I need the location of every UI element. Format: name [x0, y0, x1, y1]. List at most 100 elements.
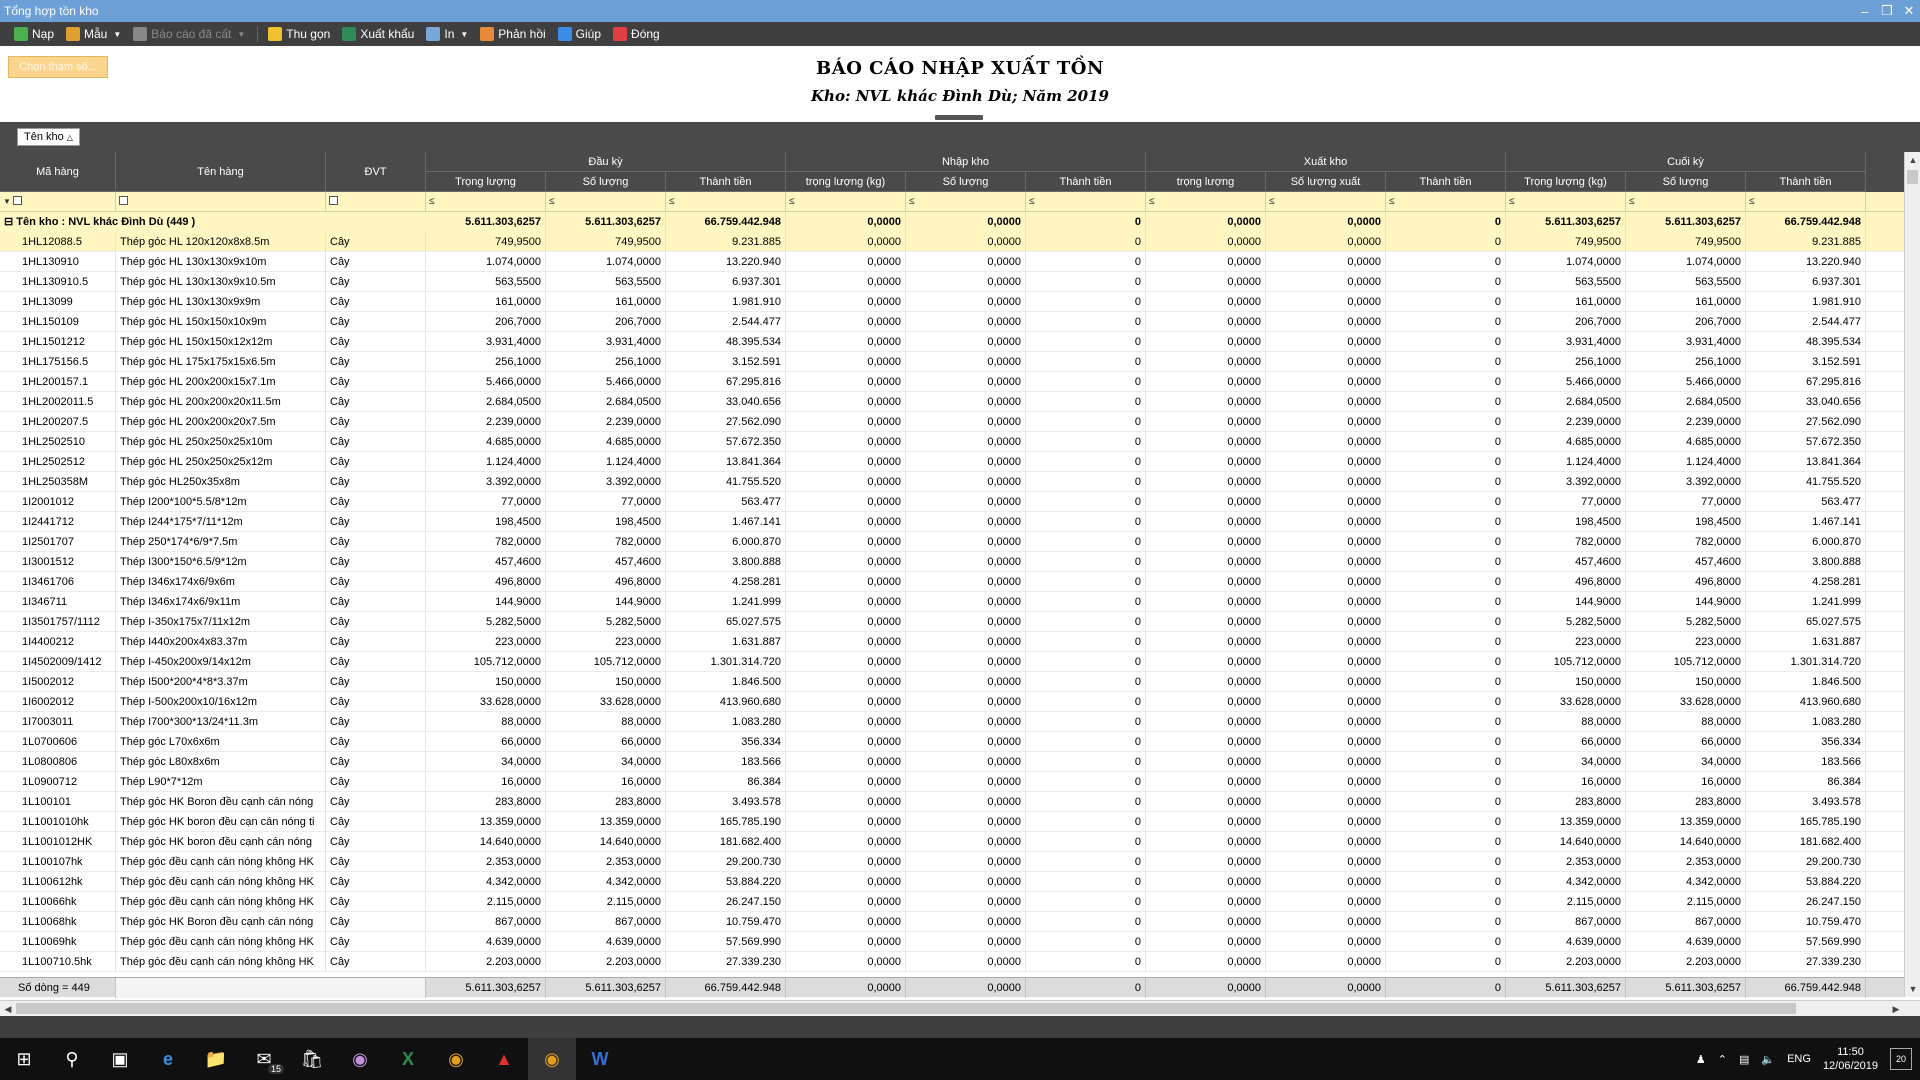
collapse-group-icon[interactable]: ⊟: [4, 216, 16, 228]
table-row[interactable]: 1HL200157.1 Thép góc HL 200x200x15x7.1m Câ…: [0, 372, 1904, 392]
group-row-label-cell[interactable]: ⊟ Tên kho : NVL khác Đình Dù (449 ): [0, 212, 426, 232]
group-row[interactable]: ⊟ Tên kho : NVL khác Đình Dù (449 ) 5.611…: [0, 212, 1904, 232]
less-equal-operator-icon[interactable]: ≤: [1269, 196, 1275, 207]
filter-cell[interactable]: ≤: [1386, 192, 1506, 212]
clock[interactable]: 11:50 12/06/2019: [1823, 1045, 1878, 1073]
toolbar-feedback-mail-button[interactable]: Phản hồi: [480, 27, 546, 41]
scroll-right-icon[interactable]: ▶: [1888, 1001, 1904, 1017]
vertical-scrollbar[interactable]: ▲ ▼: [1904, 152, 1920, 997]
toolbar-reload-button[interactable]: Nạp: [14, 27, 54, 41]
store-icon[interactable]: 🛍: [288, 1038, 336, 1080]
table-row[interactable]: 1L0900712 Thép L90*7*12m Cây 16,0000 16,0000…: [0, 772, 1904, 792]
table-row[interactable]: 1HL2002011.5 Thép góc HL 200x200x20x11.5m…: [0, 392, 1904, 412]
chrome-active-icon[interactable]: ◉: [528, 1038, 576, 1080]
col-header-sub[interactable]: Thành tiền: [1746, 172, 1866, 192]
col-header-ten-hang[interactable]: Tên hàng: [116, 152, 326, 192]
filter-checkbox[interactable]: [329, 195, 338, 205]
table-row[interactable]: 1I2441712 Thép I244*175*7/11*12m Cây 198,45…: [0, 512, 1904, 532]
table-row[interactable]: 1HL1501212 Thép góc HL 150x150x12x12m Cây 3…: [0, 332, 1904, 352]
windows-start-icon[interactable]: ⊞: [0, 1038, 48, 1080]
chevron-down-icon[interactable]: ▼: [237, 30, 245, 39]
table-row[interactable]: 1HL250358M Thép góc HL250x35x8m Cây 3.392,0…: [0, 472, 1904, 492]
chevron-down-icon[interactable]: ▼: [113, 30, 121, 39]
scroll-up-icon[interactable]: ▲: [1905, 152, 1920, 168]
less-equal-operator-icon[interactable]: ≤: [549, 196, 555, 207]
table-row[interactable]: 1L1001010hk Thép góc HK boron đều cạn cán…: [0, 812, 1904, 832]
people-icon[interactable]: ♟: [1696, 1053, 1706, 1066]
table-row[interactable]: 1L100710.5hk Thép góc đều cạnh cán nóng k…: [0, 952, 1904, 972]
filter-cell[interactable]: ▼: [0, 192, 116, 212]
less-equal-operator-icon[interactable]: ≤: [1509, 196, 1515, 207]
filter-cell[interactable]: [326, 192, 426, 212]
col-header-sub[interactable]: Thành tiền: [666, 172, 786, 192]
scroll-left-icon[interactable]: ◀: [0, 1001, 16, 1017]
app-icon[interactable]: ◉: [336, 1038, 384, 1080]
filter-cell[interactable]: ≤: [1266, 192, 1386, 212]
volume-icon[interactable]: 🔈: [1761, 1053, 1775, 1066]
filter-cell[interactable]: ≤: [786, 192, 906, 212]
less-equal-operator-icon[interactable]: ≤: [909, 196, 915, 207]
filter-cell[interactable]: ≤: [426, 192, 546, 212]
col-group-header[interactable]: Nhập kho: [786, 152, 1146, 172]
table-row[interactable]: 1L10066hk Thép góc đều cạnh cán nóng khôn…: [0, 892, 1904, 912]
filter-checkbox[interactable]: [13, 195, 23, 205]
col-header-sub[interactable]: Số lượng: [906, 172, 1026, 192]
toolbar-excel-export-button[interactable]: Xuất khẩu: [342, 27, 414, 41]
table-row[interactable]: 1I4502009/1412 Thép I-450x200x9/14x12m Cây…: [0, 652, 1904, 672]
pdf-reader-icon[interactable]: ▲: [480, 1038, 528, 1080]
col-header-sub[interactable]: Trọng lượng: [426, 172, 546, 192]
restore-icon[interactable]: ❐: [1876, 0, 1898, 22]
table-row[interactable]: 1L0700606 Thép góc L70x6x6m Cây 66,0000 66,0…: [0, 732, 1904, 752]
table-row[interactable]: 1I5002012 Thép I500*200*4*8*3.37m Cây 150,0…: [0, 672, 1904, 692]
table-row[interactable]: 1L100612hk Thép góc đều cạnh cán nóng khô…: [0, 872, 1904, 892]
table-row[interactable]: 1L1001012HK Thép góc HK boron đều cạnh cá…: [0, 832, 1904, 852]
table-row[interactable]: 1L100101 Thép góc HK Boron đều cạnh cán n…: [0, 792, 1904, 812]
less-equal-operator-icon[interactable]: ≤: [1149, 196, 1155, 207]
less-equal-operator-icon[interactable]: ≤: [1629, 196, 1635, 207]
filter-cell[interactable]: ≤: [906, 192, 1026, 212]
language-indicator[interactable]: ENG: [1787, 1053, 1811, 1065]
mail-icon[interactable]: ✉ 15: [240, 1038, 288, 1080]
chrome-icon[interactable]: ◉: [432, 1038, 480, 1080]
file-explorer-icon[interactable]: 📁: [192, 1038, 240, 1080]
less-equal-operator-icon[interactable]: ≤: [1029, 196, 1035, 207]
close-icon[interactable]: ✕: [1898, 0, 1920, 22]
toolbar-saved-report-button[interactable]: Báo cáo đã cất ▼: [133, 27, 245, 41]
group-chip-ten-kho[interactable]: Tên kho △: [17, 128, 80, 146]
less-equal-operator-icon[interactable]: ≤: [669, 196, 675, 207]
scroll-down-icon[interactable]: ▼: [1905, 981, 1920, 997]
table-row[interactable]: 1HL130910 Thép góc HL 130x130x9x10m Cây 1.0…: [0, 252, 1904, 272]
excel-icon[interactable]: X: [384, 1038, 432, 1080]
filter-cell[interactable]: ≤: [1026, 192, 1146, 212]
less-equal-operator-icon[interactable]: ≤: [429, 196, 435, 207]
col-header-sub[interactable]: trọng lượng (kg): [786, 172, 906, 192]
vertical-scroll-thumb[interactable]: [1907, 170, 1918, 184]
filter-cell[interactable]: ≤: [546, 192, 666, 212]
less-equal-operator-icon[interactable]: ≤: [1389, 196, 1395, 207]
table-row[interactable]: 1I4400212 Thép I440x200x4x83.37m Cây 223,00…: [0, 632, 1904, 652]
collapse-handle[interactable]: [935, 115, 983, 120]
minimize-icon[interactable]: –: [1854, 0, 1876, 22]
edge-browser-icon[interactable]: e: [144, 1038, 192, 1080]
table-row[interactable]: 1HL12088.5 Thép góc HL 120x120x8x8.5m Cây 7…: [0, 232, 1904, 252]
table-row[interactable]: 1HL200207.5 Thép góc HL 200x200x20x7.5m Câ…: [0, 412, 1904, 432]
notification-center-icon[interactable]: 20: [1890, 1048, 1912, 1070]
table-row[interactable]: 1I2001012 Thép I200*100*5.5/8*12m Cây 77,00…: [0, 492, 1904, 512]
col-header-sub[interactable]: Số lượng: [1626, 172, 1746, 192]
col-header-sub[interactable]: trọng lượng: [1146, 172, 1266, 192]
table-row[interactable]: 1I6002012 Thép I-500x200x10/16x12m Cây 33.6…: [0, 692, 1904, 712]
filter-cell[interactable]: ≤: [1626, 192, 1746, 212]
table-row[interactable]: 1I7003011 Thép I700*300*13/24*11.3m Cây 88,…: [0, 712, 1904, 732]
col-header-sub[interactable]: Số lượng: [546, 172, 666, 192]
table-row[interactable]: 1HL2502510 Thép góc HL 250x250x25x10m Cây 4…: [0, 432, 1904, 452]
table-row[interactable]: 1L100107hk Thép góc đều cạnh cán nóng khô…: [0, 852, 1904, 872]
horizontal-scrollbar[interactable]: ◀ ▶: [0, 1000, 1920, 1016]
filter-cell[interactable]: ≤: [1506, 192, 1626, 212]
filter-checkbox[interactable]: [119, 195, 128, 205]
table-row[interactable]: 1I346711 Thép I346x174x6/9x11m Cây 144,9000…: [0, 592, 1904, 612]
table-row[interactable]: 1HL175156.5 Thép góc HL 175x175x15x6.5m Câ…: [0, 352, 1904, 372]
col-header-sub[interactable]: Thành tiền: [1386, 172, 1506, 192]
less-equal-operator-icon[interactable]: ≤: [1749, 196, 1755, 207]
table-row[interactable]: 1HL2502512 Thép góc HL 250x250x25x12m Cây 1…: [0, 452, 1904, 472]
table-row[interactable]: 1L10068hk Thép góc HK Boron đều cạnh cán …: [0, 912, 1904, 932]
